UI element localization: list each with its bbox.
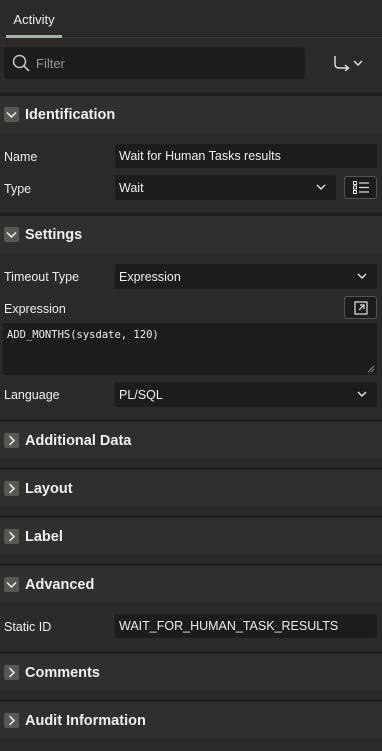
section-title: Identification — [25, 106, 116, 123]
section-layout[interactable]: Layout — [0, 467, 382, 507]
list-icon — [352, 181, 369, 194]
chevron-down-icon — [357, 273, 367, 279]
section-title: Audit Information — [25, 712, 146, 729]
collapse-icon — [4, 227, 19, 242]
static-id-field[interactable]: WAIT_FOR_HUMAN_TASK_RESULTS — [115, 614, 377, 638]
filter-input[interactable] — [36, 55, 286, 71]
go-to-group-button[interactable] — [328, 52, 368, 74]
collapse-icon — [4, 577, 19, 592]
section-additional-data[interactable]: Additional Data — [0, 419, 382, 459]
collapse-icon — [4, 107, 19, 122]
expand-icon — [4, 433, 19, 448]
name-field[interactable]: Wait for Human Tasks results — [115, 144, 377, 168]
expand-icon — [4, 665, 19, 680]
section-title: Settings — [25, 226, 83, 243]
filter-field[interactable] — [4, 47, 305, 79]
section-audit-information[interactable]: Audit Information — [0, 699, 382, 739]
tab-bar: Activity — [0, 0, 382, 38]
expression-label: Expression — [4, 302, 66, 316]
filter-bar — [0, 38, 382, 91]
type-select[interactable]: Wait — [115, 175, 336, 200]
section-label[interactable]: Label — [0, 515, 382, 555]
section-title: Layout — [25, 480, 73, 497]
section-comments[interactable]: Comments — [0, 651, 382, 691]
chevron-down-icon — [353, 60, 363, 66]
section-title: Label — [25, 528, 63, 545]
timeout-type-label: Timeout Type — [4, 270, 80, 284]
section-title: Advanced — [25, 576, 95, 593]
list-of-values-button[interactable] — [344, 176, 377, 199]
language-select[interactable]: PL/SQL — [115, 382, 377, 407]
language-label: Language — [4, 388, 60, 402]
language-value: PL/SQL — [119, 387, 163, 402]
timeout-type-value: Expression — [119, 269, 181, 284]
expand-icon — [353, 300, 368, 315]
goto-arrow-icon — [334, 56, 350, 71]
search-icon — [12, 54, 30, 72]
expression-value: ADD_MONTHS(sysdate, 120) — [7, 329, 159, 341]
name-value: Wait for Human Tasks results — [119, 149, 281, 163]
type-label: Type — [4, 182, 32, 196]
section-settings[interactable]: Settings — [0, 213, 382, 253]
expand-icon — [4, 713, 19, 728]
name-label: Name — [4, 150, 38, 164]
type-value: Wait — [119, 180, 144, 195]
static-id-value: WAIT_FOR_HUMAN_TASK_RESULTS — [119, 619, 339, 633]
resize-handle-icon[interactable] — [367, 365, 375, 373]
section-title: Comments — [25, 664, 100, 681]
chevron-down-icon — [357, 391, 367, 397]
expand-icon — [4, 529, 19, 544]
expression-code-editor[interactable]: ADD_MONTHS(sysdate, 120) — [3, 323, 377, 375]
expand-icon — [4, 481, 19, 496]
section-title: Additional Data — [25, 432, 132, 449]
section-advanced[interactable]: Advanced — [0, 563, 382, 603]
chevron-down-icon — [316, 184, 326, 190]
section-identification[interactable]: Identification — [0, 93, 382, 133]
timeout-type-select[interactable]: Expression — [115, 264, 377, 289]
open-code-editor-button[interactable] — [344, 296, 377, 319]
tab-activity[interactable]: Activity — [6, 0, 62, 38]
static-id-label: Static ID — [4, 620, 52, 634]
